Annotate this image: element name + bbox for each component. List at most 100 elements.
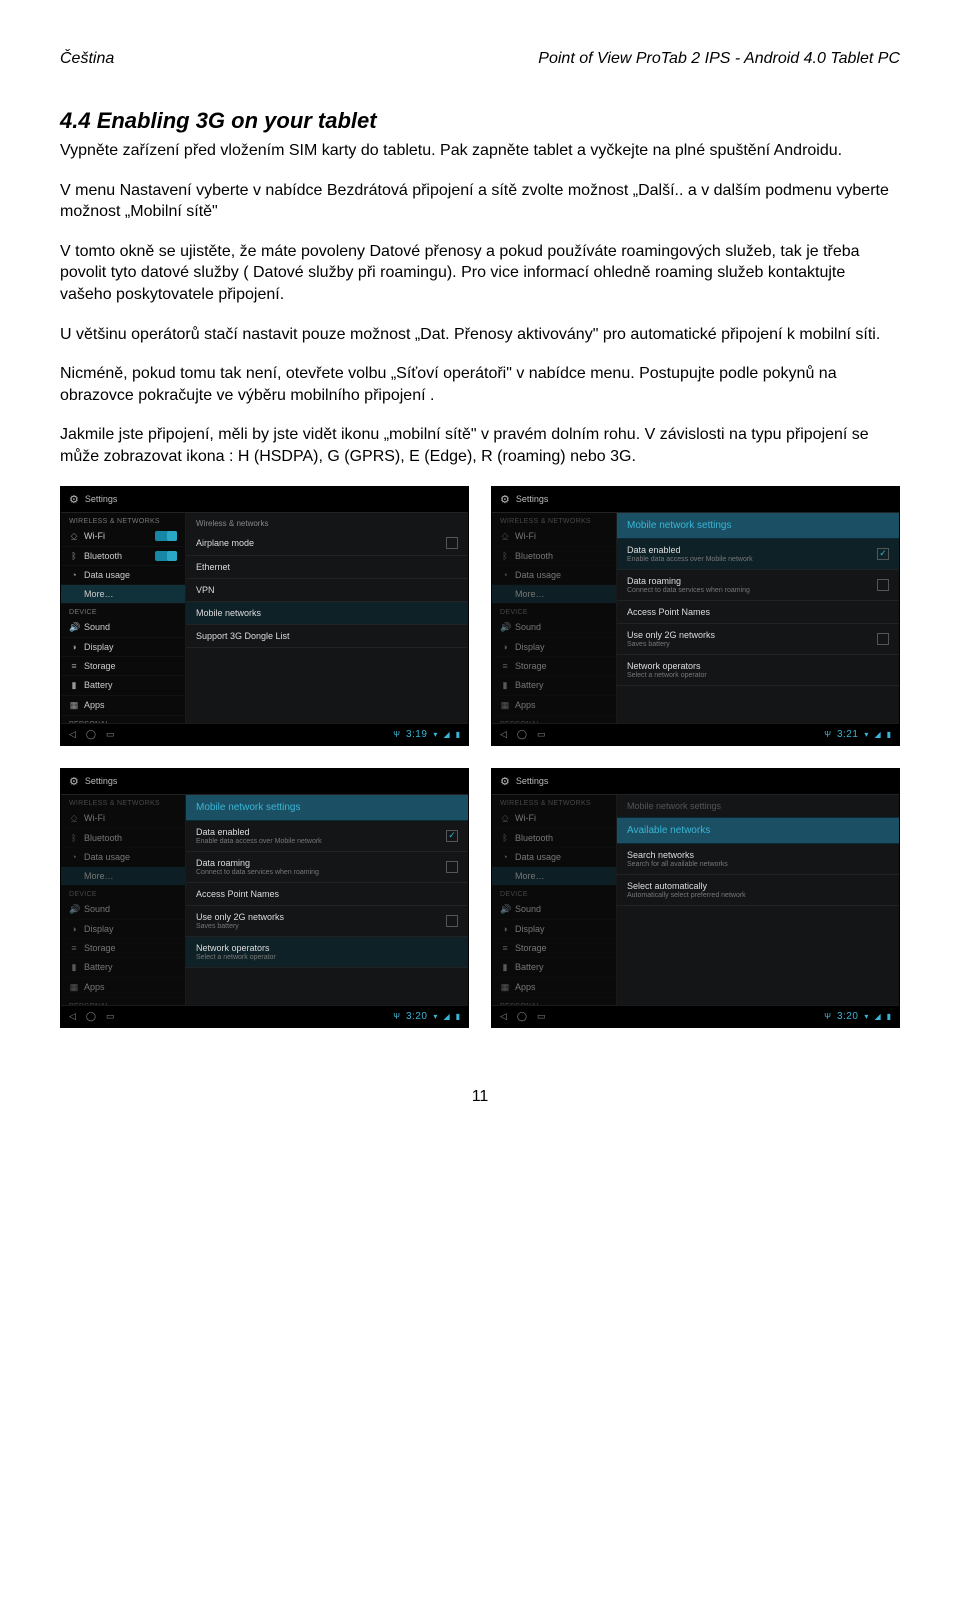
back-icon[interactable]: ◁ [500, 729, 507, 740]
paragraph-6: Jakmile jste připojení, měli by jste vid… [60, 424, 900, 467]
airplane-checkbox[interactable] [446, 537, 458, 549]
data-usage-icon: ◔ [69, 570, 79, 580]
settings-sidebar-dimmed: WIRELESS & NETWORKS ⎐Wi-Fi ᛒBluetooth ◔D… [61, 795, 186, 1005]
settings-sidebar-dimmed: WIRELESS & NETWORKS ⎐Wi-Fi ᛒBluetooth ◔D… [492, 795, 617, 1005]
android-navbar: ◁◯▭ Ψ3:19▾◢▮ [61, 723, 468, 745]
row-data-enabled[interactable]: Data enabledEnable data access over Mobi… [186, 821, 468, 852]
settings-title: Settings [516, 494, 549, 504]
use-2g-checkbox[interactable] [446, 915, 458, 927]
page-number: 11 [60, 1088, 900, 1106]
battery-status-icon: ▮ [456, 730, 460, 739]
sidebar-item-more[interactable]: More… [61, 585, 185, 604]
back-icon[interactable]: ◁ [69, 1011, 76, 1022]
data-enabled-checkbox[interactable]: ✓ [446, 830, 458, 842]
storage-icon: ≡ [69, 661, 79, 671]
sidebar-item-storage: ≡Storage [492, 657, 616, 676]
clock: 3:20 [406, 1011, 427, 1022]
gear-icon: ⚙ [69, 775, 79, 788]
doc-language: Čeština [60, 50, 114, 68]
row-data-roaming[interactable]: Data roamingConnect to data services whe… [186, 852, 468, 883]
sidebar-item-bluetooth[interactable]: ᛒBluetooth [61, 547, 185, 566]
screenshot-1: ⚙ Settings WIRELESS & NETWORKS ⎐Wi-Fi ᛒB… [60, 486, 469, 746]
row-search-networks[interactable]: Search networksSearch for all available … [617, 844, 899, 875]
paragraph-5: Nicméně, pokud tomu tak není, otevřete v… [60, 363, 900, 406]
settings-title: Settings [85, 494, 118, 504]
mobile-network-popup: Mobile network settings Data enabledEnab… [617, 513, 899, 723]
wifi-toggle[interactable] [155, 531, 177, 541]
usb-icon: Ψ [393, 730, 400, 739]
paragraph-4: U většinu operátorů stačí nastavit pouze… [60, 324, 900, 346]
sidebar-item-sound: 🔊Sound [492, 618, 616, 638]
recent-icon[interactable]: ▭ [537, 729, 546, 740]
row-network-operators[interactable]: Network operatorsSelect a network operat… [186, 937, 468, 968]
row-vpn[interactable]: VPN [186, 579, 468, 602]
sidebar-item-apps[interactable]: ▦Apps [61, 696, 185, 716]
recent-icon[interactable]: ▭ [106, 1011, 115, 1022]
wifi-status-icon: ▾ [433, 730, 437, 739]
data-enabled-checkbox[interactable]: ✓ [877, 548, 889, 560]
section-device: DEVICE [61, 604, 185, 618]
section-wireless: WIRELESS & NETWORKS [61, 513, 185, 527]
row-network-operators[interactable]: Network operatorsSelect a network operat… [617, 655, 899, 686]
android-navbar: ◁◯▭ Ψ3:20▾◢▮ [61, 1005, 468, 1027]
popup-header: Mobile network settings [186, 795, 468, 821]
home-icon[interactable]: ◯ [517, 729, 527, 740]
row-ethernet[interactable]: Ethernet [186, 556, 468, 579]
battery-status-icon: ▮ [887, 1012, 891, 1021]
use-2g-checkbox[interactable] [877, 633, 889, 645]
home-icon[interactable]: ◯ [86, 1011, 96, 1022]
screenshot-3: ⚙Settings WIRELESS & NETWORKS ⎐Wi-Fi ᛒBl… [60, 768, 469, 1028]
row-mobile-networks[interactable]: Mobile networks [186, 602, 468, 625]
clock: 3:20 [837, 1011, 858, 1022]
sidebar-item-apps: ▦Apps [492, 696, 616, 716]
back-icon[interactable]: ◁ [500, 1011, 507, 1022]
wifi-status-icon: ▾ [433, 1012, 437, 1021]
section-personal: PERSONAL [61, 716, 185, 723]
row-apn[interactable]: Access Point Names [617, 601, 899, 624]
sidebar-item-data-usage: ◔Data usage [492, 566, 616, 585]
battery-icon: ▮ [69, 680, 79, 691]
row-use-2g[interactable]: Use only 2G networksSaves battery [186, 906, 468, 937]
bluetooth-toggle[interactable] [155, 551, 177, 561]
screenshot-4: ⚙Settings WIRELESS & NETWORKS ⎐Wi-Fi ᛒBl… [491, 768, 900, 1028]
battery-status-icon: ▮ [456, 1012, 460, 1021]
sidebar-item-battery[interactable]: ▮Battery [61, 676, 185, 696]
sidebar-item-display: ◑Display [492, 638, 616, 657]
popup-header-dimmed: Mobile network settings [617, 795, 899, 817]
sidebar-item-wifi[interactable]: ⎐Wi-Fi [61, 527, 185, 547]
data-roaming-checkbox[interactable] [446, 861, 458, 873]
sidebar-item-sound[interactable]: 🔊Sound [61, 618, 185, 638]
recent-icon[interactable]: ▭ [537, 1011, 546, 1022]
home-icon[interactable]: ◯ [517, 1011, 527, 1022]
settings-sidebar-dimmed: WIRELESS & NETWORKS ⎐Wi-Fi ᛒBluetooth ◔D… [492, 513, 617, 723]
wifi-status-icon: ▾ [864, 730, 868, 739]
row-airplane-mode[interactable]: Airplane mode [186, 531, 468, 556]
doc-title-right: Point of View ProTab 2 IPS - Android 4.0… [538, 50, 900, 68]
gear-icon: ⚙ [500, 775, 510, 788]
row-data-roaming[interactable]: Data roamingConnect to data services whe… [617, 570, 899, 601]
data-roaming-checkbox[interactable] [877, 579, 889, 591]
home-icon[interactable]: ◯ [86, 729, 96, 740]
wifi-status-icon: ▾ [864, 1012, 868, 1021]
usb-icon: Ψ [824, 1012, 831, 1021]
battery-status-icon: ▮ [887, 730, 891, 739]
signal-icon: ◢ [874, 1012, 880, 1021]
sidebar-item-display[interactable]: ◑Display [61, 638, 185, 657]
wifi-icon: ⎐ [69, 531, 79, 542]
recent-icon[interactable]: ▭ [106, 729, 115, 740]
sidebar-item-battery: ▮Battery [492, 676, 616, 696]
sidebar-item-data-usage[interactable]: ◔Data usage [61, 566, 185, 585]
row-support-3g[interactable]: Support 3G Dongle List [186, 625, 468, 648]
row-apn[interactable]: Access Point Names [186, 883, 468, 906]
row-data-enabled[interactable]: Data enabledEnable data access over Mobi… [617, 539, 899, 570]
row-select-automatically[interactable]: Select automaticallyAutomatically select… [617, 875, 899, 906]
signal-icon: ◢ [443, 1012, 449, 1021]
row-use-2g[interactable]: Use only 2G networksSaves battery [617, 624, 899, 655]
clock: 3:21 [837, 729, 858, 740]
android-navbar: ◁ ◯ ▭ Ψ 3:20 ▾ ◢ ▮ [492, 1005, 899, 1027]
sidebar-item-storage[interactable]: ≡Storage [61, 657, 185, 676]
gear-icon: ⚙ [69, 493, 79, 506]
sidebar-item-more: More… [492, 585, 616, 604]
back-icon[interactable]: ◁ [69, 729, 76, 740]
settings-sidebar: WIRELESS & NETWORKS ⎐Wi-Fi ᛒBluetooth ◔D… [61, 513, 186, 723]
